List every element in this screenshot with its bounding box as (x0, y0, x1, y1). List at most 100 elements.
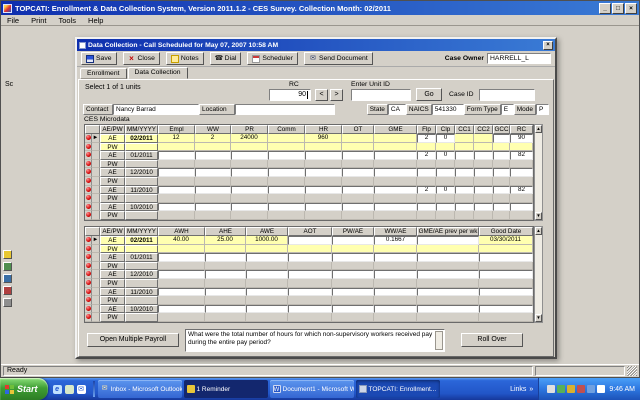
good-date-field[interactable] (479, 253, 533, 262)
ww-ae-field[interactable] (374, 270, 417, 279)
empl-field[interactable] (158, 186, 195, 195)
question-scrollbar[interactable] (435, 331, 443, 350)
pr-field[interactable] (231, 203, 268, 212)
location-field[interactable] (235, 104, 335, 115)
gcc-field[interactable] (493, 186, 510, 195)
menu-item-file[interactable]: File (1, 16, 25, 25)
ahe-field[interactable] (205, 270, 246, 279)
good-date-field[interactable] (479, 288, 533, 297)
good-date-field[interactable] (479, 305, 533, 314)
comm-field[interactable] (268, 186, 305, 195)
case-id-input[interactable] (479, 89, 535, 101)
start-button[interactable]: Start (0, 378, 48, 400)
gme-ae-field[interactable] (417, 253, 479, 262)
hr-field[interactable] (305, 168, 342, 177)
awh-field[interactable] (158, 305, 205, 314)
ww-field[interactable] (195, 168, 231, 177)
resize-grip[interactable] (627, 366, 637, 376)
show-desktop-icon[interactable] (65, 385, 74, 394)
rc-field[interactable]: 82 (510, 186, 533, 195)
maximize-button[interactable]: □ (612, 3, 624, 14)
menu-item-tools[interactable]: Tools (53, 16, 83, 25)
next-unit-button[interactable]: > (330, 89, 343, 101)
unit-id-input[interactable] (351, 89, 411, 101)
scrollbar-track[interactable] (535, 133, 542, 212)
hr-field[interactable] (305, 186, 342, 195)
awe-field[interactable] (246, 253, 288, 262)
pr-field[interactable] (231, 186, 268, 195)
gme-field[interactable] (374, 168, 417, 177)
gcc-field[interactable] (493, 134, 510, 143)
scroll-up-icon[interactable]: ▲ (535, 125, 542, 133)
scrollbar-track[interactable] (535, 235, 542, 314)
ot-field[interactable] (342, 168, 374, 177)
ot-field[interactable] (342, 203, 374, 212)
form-type-field[interactable]: E (501, 104, 514, 115)
pr-field[interactable] (231, 168, 268, 177)
awh-field[interactable] (158, 288, 205, 297)
tray-icon-3[interactable] (567, 385, 575, 393)
clp-field[interactable] (436, 203, 455, 212)
side-tool-icon-2[interactable] (3, 262, 12, 271)
ww-field[interactable] (195, 151, 231, 160)
cc2-field[interactable] (474, 168, 493, 177)
cc2-field[interactable] (474, 186, 493, 195)
clp-field[interactable] (436, 168, 455, 177)
cc2-field[interactable] (474, 151, 493, 160)
task-word-document1[interactable]: WDocument1 - Microsoft W... (270, 380, 354, 398)
ww-ae-field[interactable] (374, 305, 417, 314)
table1-scrollbar[interactable]: ▲ ▼ (534, 124, 543, 221)
empl-field[interactable] (158, 168, 195, 177)
good-date-field[interactable] (479, 270, 533, 279)
rc-field[interactable] (510, 168, 533, 177)
minimize-button[interactable]: _ (599, 3, 611, 14)
ww-ae-field[interactable] (374, 253, 417, 262)
ot-field[interactable] (342, 186, 374, 195)
open-multiple-payroll-button[interactable]: Open Multiple Payroll (87, 333, 179, 347)
roll-over-button[interactable]: Roll Over (461, 333, 523, 347)
rc-field[interactable] (510, 203, 533, 212)
pw-ae-field[interactable] (332, 253, 374, 262)
dial-button[interactable]: ☎Dial (210, 52, 242, 65)
outlook-express-icon[interactable]: ✉ (77, 385, 86, 394)
gcc-field[interactable] (493, 151, 510, 160)
save-button[interactable]: Save (81, 52, 117, 65)
hr-field[interactable] (305, 151, 342, 160)
state-field[interactable]: CA (388, 104, 406, 115)
mode-field[interactable]: P (536, 104, 549, 115)
pw-ae-field[interactable] (332, 236, 374, 245)
pw-ae-field[interactable] (332, 270, 374, 279)
gme-ae-field[interactable] (417, 236, 479, 245)
menu-item-help[interactable]: Help (82, 16, 109, 25)
table2-scrollbar[interactable]: ▲ ▼ (534, 226, 543, 323)
awh-field[interactable] (158, 270, 205, 279)
ww-ae-field[interactable] (374, 288, 417, 297)
comm-field[interactable] (268, 168, 305, 177)
task-reminder[interactable]: 1 Reminder (184, 380, 268, 398)
close-button[interactable]: × (625, 3, 637, 14)
ot-field[interactable] (342, 151, 374, 160)
scroll-down-icon[interactable]: ▼ (535, 314, 542, 322)
aot-field[interactable] (288, 253, 332, 262)
tray-icon-2[interactable] (557, 385, 565, 393)
scheduler-button[interactable]: Scheduler (247, 52, 298, 65)
internet-explorer-icon[interactable]: e (53, 385, 62, 394)
clp-field[interactable]: 0 (436, 151, 455, 160)
aot-field[interactable] (288, 270, 332, 279)
rc-input[interactable]: 90 (269, 89, 311, 101)
tab-enrollment[interactable]: Enrollment (80, 68, 127, 79)
gme-field[interactable] (374, 203, 417, 212)
task-topcati[interactable]: TOPCATI: Enrollment... (356, 380, 440, 398)
cc1-field[interactable] (455, 203, 474, 212)
tray-icon-6[interactable] (597, 385, 605, 393)
close-button[interactable]: ×Close (123, 52, 160, 65)
flp-field[interactable]: 2 (417, 134, 436, 143)
links-toolbar[interactable]: Links » (505, 386, 538, 393)
previous-unit-button[interactable]: < (315, 89, 328, 101)
gcc-field[interactable] (493, 168, 510, 177)
gme-ae-field[interactable] (417, 288, 479, 297)
go-button[interactable]: Go (416, 88, 442, 101)
awe-field[interactable] (246, 270, 288, 279)
side-tool-icon-5[interactable] (3, 298, 12, 307)
rc-field[interactable]: 90 (510, 134, 533, 143)
